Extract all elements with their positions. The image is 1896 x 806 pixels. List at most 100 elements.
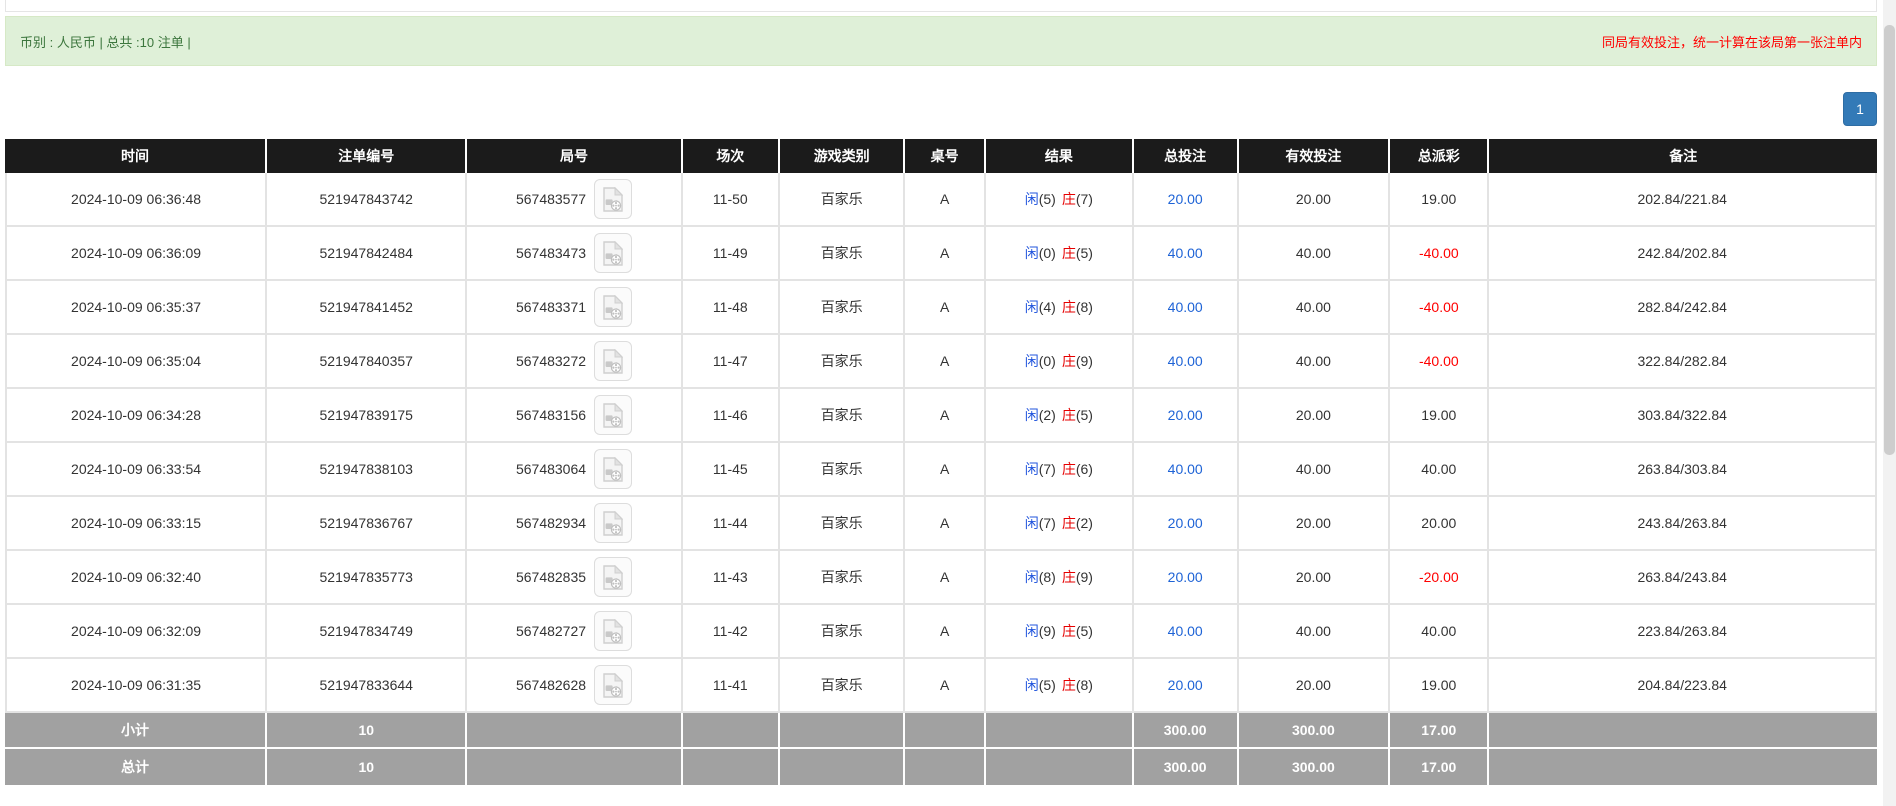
scrollbar-thumb[interactable] — [1884, 25, 1895, 455]
cell-payout: 19.00 — [1390, 659, 1489, 713]
cell-game-type: 百家乐 — [780, 227, 905, 281]
video-replay-button[interactable] — [594, 557, 632, 597]
total-bet-link[interactable]: 20.00 — [1168, 677, 1203, 693]
cell-remark: 322.84/282.84 — [1489, 335, 1877, 389]
cell-remark: 282.84/242.84 — [1489, 281, 1877, 335]
col-header-remark: 备注 — [1489, 139, 1877, 173]
total-bet-link[interactable]: 20.00 — [1168, 569, 1203, 585]
cell-valid-bet: 40.00 — [1239, 335, 1391, 389]
cell-total-bet: 20.00 — [1134, 551, 1239, 605]
cell-table-no: A — [905, 497, 985, 551]
vertical-scrollbar[interactable] — [1883, 0, 1896, 806]
cell-remark: 202.84/221.84 — [1489, 173, 1877, 227]
round-id-text: 567483473 — [516, 245, 586, 261]
video-file-icon — [603, 565, 623, 590]
cell-total-bet: 20.00 — [1134, 659, 1239, 713]
result-banker: 庄(6) — [1062, 459, 1093, 479]
cell-bet-id: 521947833644 — [267, 659, 467, 713]
cell-session: 11-43 — [683, 551, 780, 605]
cell-time: 2024-10-09 06:35:04 — [5, 335, 267, 389]
cell-valid-bet: 40.00 — [1239, 227, 1391, 281]
cell-game-type: 百家乐 — [780, 659, 905, 713]
cell-valid-bet: 40.00 — [1239, 443, 1391, 497]
pagination: 1 — [5, 92, 1877, 126]
footer-result — [986, 749, 1134, 785]
pagination-page-1-button[interactable]: 1 — [1843, 92, 1877, 126]
result-banker: 庄(7) — [1062, 189, 1093, 209]
total-bet-link[interactable]: 20.00 — [1168, 191, 1203, 207]
video-replay-button[interactable] — [594, 287, 632, 327]
cell-bet-id: 521947840357 — [267, 335, 467, 389]
cell-round-id: 567482628 — [467, 659, 682, 713]
round-id-text: 567482835 — [516, 569, 586, 585]
col-header-session: 场次 — [683, 139, 780, 173]
video-replay-button[interactable] — [594, 503, 632, 543]
round-id-text: 567482628 — [516, 677, 586, 693]
cell-total-bet: 40.00 — [1134, 335, 1239, 389]
cell-time: 2024-10-09 06:32:40 — [5, 551, 267, 605]
cell-total-bet: 40.00 — [1134, 281, 1239, 335]
table-body: 2024-10-09 06:36:48521947843742567483577… — [5, 173, 1877, 713]
total-bet-link[interactable]: 40.00 — [1168, 461, 1203, 477]
result-player: 闲(0) — [1025, 351, 1056, 371]
cell-bet-id: 521947843742 — [267, 173, 467, 227]
cell-table-no: A — [905, 227, 985, 281]
round-id-text: 567483156 — [516, 407, 586, 423]
video-replay-button[interactable] — [594, 233, 632, 273]
video-file-icon — [603, 241, 623, 266]
cell-time: 2024-10-09 06:36:48 — [5, 173, 267, 227]
cell-result: 闲(8)庄(9) — [986, 551, 1134, 605]
cell-payout: 19.00 — [1390, 389, 1489, 443]
video-replay-button[interactable] — [594, 665, 632, 705]
video-replay-button[interactable] — [594, 395, 632, 435]
video-file-icon — [603, 187, 623, 212]
cell-remark: 263.84/243.84 — [1489, 551, 1877, 605]
footer-game-type — [780, 749, 905, 785]
video-replay-button[interactable] — [594, 179, 632, 219]
total-bet-link[interactable]: 20.00 — [1168, 515, 1203, 531]
footer-result — [986, 713, 1134, 749]
cell-time: 2024-10-09 06:33:54 — [5, 443, 267, 497]
cell-result: 闲(5)庄(8) — [986, 659, 1134, 713]
total-bet-link[interactable]: 40.00 — [1168, 245, 1203, 261]
cell-round-id: 567483272 — [467, 335, 682, 389]
video-replay-button[interactable] — [594, 611, 632, 651]
cell-session: 11-42 — [683, 605, 780, 659]
cell-payout: 40.00 — [1390, 443, 1489, 497]
footer-payout: 17.00 — [1390, 749, 1489, 785]
col-header-bet-id: 注单编号 — [267, 139, 467, 173]
payout-value: 40.00 — [1421, 623, 1456, 639]
total-bet-link[interactable]: 40.00 — [1168, 353, 1203, 369]
cell-valid-bet: 20.00 — [1239, 173, 1391, 227]
video-replay-button[interactable] — [594, 341, 632, 381]
video-replay-button[interactable] — [594, 449, 632, 489]
video-file-icon — [603, 673, 623, 698]
cell-payout: 19.00 — [1390, 173, 1489, 227]
footer-time: 小计 — [5, 713, 267, 749]
footer-remark — [1489, 713, 1877, 749]
cell-table-no: A — [905, 605, 985, 659]
round-id-text: 567482727 — [516, 623, 586, 639]
cell-session: 11-47 — [683, 335, 780, 389]
result-banker: 庄(5) — [1062, 405, 1093, 425]
table-row: 2024-10-09 06:33:15521947836767567482934… — [5, 497, 1877, 551]
cell-bet-id: 521947835773 — [267, 551, 467, 605]
footer-game-type — [780, 713, 905, 749]
footer-total-bet: 300.00 — [1134, 749, 1239, 785]
table-row: 2024-10-09 06:33:54521947838103567483064… — [5, 443, 1877, 497]
cell-bet-id: 521947838103 — [267, 443, 467, 497]
total-bet-link[interactable]: 20.00 — [1168, 407, 1203, 423]
total-bet-link[interactable]: 40.00 — [1168, 623, 1203, 639]
cell-session: 11-45 — [683, 443, 780, 497]
col-header-table-no: 桌号 — [905, 139, 985, 173]
top-panel-divider — [5, 0, 1877, 12]
result-banker: 庄(9) — [1062, 567, 1093, 587]
cell-round-id: 567483156 — [467, 389, 682, 443]
result-player: 闲(5) — [1025, 675, 1056, 695]
footer-round-id — [467, 713, 682, 749]
video-file-icon — [603, 619, 623, 644]
cell-valid-bet: 20.00 — [1239, 497, 1391, 551]
table-header-row: 时间注单编号局号场次游戏类别桌号结果总投注有效投注总派彩备注 — [5, 139, 1877, 173]
total-bet-link[interactable]: 40.00 — [1168, 299, 1203, 315]
cell-total-bet: 20.00 — [1134, 497, 1239, 551]
